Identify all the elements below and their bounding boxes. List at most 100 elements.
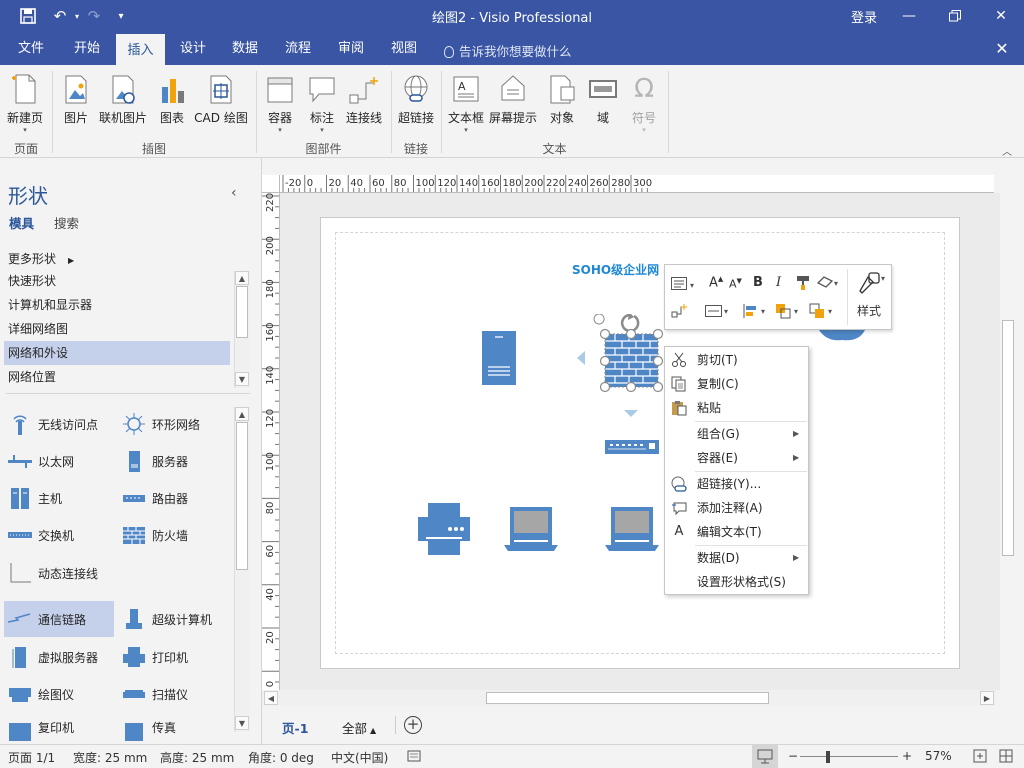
printer-shape[interactable] (418, 503, 470, 558)
masters-scrollbar[interactable]: ▲ ▼ (234, 407, 250, 732)
master-switch[interactable]: 交换机 (4, 517, 114, 553)
diagram-title[interactable]: SOHO级企业网 (572, 261, 659, 278)
scrollbar-thumb[interactable] (1002, 320, 1014, 556)
master-comm-link[interactable]: 通信链路 (4, 601, 114, 637)
menu-item-data[interactable]: 数据(D) ▶ (665, 546, 808, 570)
stencil-network-locations[interactable]: 网络位置 (8, 365, 234, 389)
stencil-computers-monitors[interactable]: 计算机和显示器 (8, 293, 234, 317)
scroll-left-icon[interactable]: ◀ (264, 691, 278, 705)
master-copier[interactable]: 复印机 (4, 713, 114, 741)
master-router[interactable]: 路由器 (118, 480, 228, 516)
text-block-icon[interactable]: ▾ (671, 277, 699, 295)
switch-shape[interactable] (605, 438, 659, 461)
tab-search[interactable]: 搜索 (54, 213, 79, 232)
textbox-button[interactable]: A 文本框 ▾ (446, 69, 486, 134)
chart-button[interactable]: 图表 (155, 69, 189, 126)
menu-item-edit-text[interactable]: A 编辑文本(T) (665, 520, 808, 544)
scroll-up-icon[interactable]: ▲ (235, 407, 249, 421)
drawing-canvas[interactable]: SOHO级企业网 (280, 193, 1000, 690)
connector-button[interactable]: 连接线 (344, 69, 384, 126)
menu-item-copy[interactable]: 复制(C) (665, 372, 808, 396)
stencil-detailed-network[interactable]: 详细网络图 (8, 317, 234, 341)
scrollbar-thumb[interactable] (236, 422, 248, 570)
picture-button[interactable]: 图片 (58, 69, 94, 126)
collapse-ribbon-icon[interactable]: ︿ (1002, 143, 1012, 158)
master-mainframe[interactable]: 主机 (4, 480, 114, 516)
zoom-level[interactable]: 57% (925, 749, 952, 763)
laptop-shape[interactable] (605, 507, 659, 554)
field-button[interactable]: 域 (586, 69, 620, 126)
connector-tool-icon[interactable] (671, 303, 689, 323)
collapse-shapes-icon[interactable]: ‹ (231, 185, 237, 201)
bold-button[interactable]: B (753, 275, 763, 290)
page-number-status[interactable]: 页面 1/1 (8, 749, 55, 766)
screentip-button[interactable]: 屏幕提示 (488, 69, 538, 126)
master-supercomputer[interactable]: 超级计算机 (118, 601, 228, 637)
minimize-icon[interactable]: — (886, 0, 932, 32)
master-scanner[interactable]: 扫描仪 (118, 676, 228, 712)
menu-item-group[interactable]: 组合(G) ▶ (665, 422, 808, 446)
restore-icon[interactable] (932, 0, 978, 32)
menu-item-container[interactable]: 容器(E) ▶ (665, 446, 808, 470)
server-shape[interactable] (482, 331, 516, 388)
menu-item-hyperlink[interactable]: 超链接(Y)... (665, 472, 808, 496)
scroll-down-icon[interactable]: ▼ (235, 372, 249, 386)
master-firewall[interactable]: 防火墙 (118, 517, 228, 553)
cad-drawing-button[interactable]: CAD 绘图 (192, 69, 250, 126)
stencil-list-scrollbar[interactable]: ▲ ▼ (234, 271, 250, 388)
connection-arrow-left[interactable] (575, 351, 585, 368)
new-page-button[interactable]: 新建页 ▾ (4, 69, 46, 134)
master-ring-network[interactable]: 环形网络 (118, 406, 228, 442)
zoom-slider-thumb[interactable] (826, 751, 830, 763)
online-picture-button[interactable]: 联机图片 (96, 69, 150, 126)
menu-item-paste[interactable]: 粘贴 (665, 396, 808, 420)
close-icon[interactable]: ✕ (978, 0, 1024, 32)
send-to-back-icon[interactable]: ▾ (809, 303, 837, 323)
master-fax[interactable]: 传真 (118, 713, 228, 741)
pointer-tool-icon[interactable]: ▾ (816, 275, 842, 295)
tab-home[interactable]: 开始 (62, 32, 112, 65)
close-document-icon[interactable]: ✕ (990, 32, 1014, 65)
macro-record-icon[interactable] (407, 749, 421, 766)
callout-button[interactable]: 标注 ▾ (304, 69, 340, 134)
format-painter-icon[interactable] (795, 275, 811, 295)
add-page-icon[interactable]: + (404, 716, 422, 734)
tab-view[interactable]: 视图 (381, 32, 427, 65)
switch-windows-icon[interactable] (999, 749, 1013, 766)
language-status[interactable]: 中文(中国) (331, 749, 388, 766)
master-ethernet[interactable]: 以太网 (4, 443, 114, 479)
stencil-network-peripherals[interactable]: 网络和外设 (4, 341, 230, 365)
horizontal-ruler[interactable]: -20 0 20 40 60 80 100 120 140 160 180 200 220 240 260 2… (280, 175, 994, 193)
page-tab-1[interactable]: 页-1 (282, 718, 308, 737)
master-wireless-access-point[interactable]: 无线访问点 (4, 406, 114, 442)
master-printer[interactable]: 打印机 (118, 639, 228, 675)
scrollbar-thumb[interactable] (236, 286, 248, 338)
tab-process[interactable]: 流程 (275, 32, 321, 65)
more-shapes-menu[interactable]: 更多形状 ▶ (8, 250, 74, 267)
position-icon[interactable]: ▾ (742, 303, 770, 323)
scroll-up-icon[interactable]: ▲ (235, 271, 249, 285)
vertical-ruler[interactable]: 220 200 180 160 140 120 100 80 60 40 20 0 (262, 193, 280, 690)
menu-item-format-shape[interactable]: 设置形状格式(S) (665, 570, 808, 594)
tab-review[interactable]: 审阅 (328, 32, 374, 65)
master-dynamic-connector[interactable]: 动态连接线 (4, 555, 144, 591)
presentation-mode-icon[interactable] (752, 745, 778, 768)
canvas-horizontal-scrollbar[interactable]: ◀ ▶ (262, 690, 996, 706)
scroll-down-icon[interactable]: ▼ (235, 716, 249, 730)
fit-page-icon[interactable] (973, 749, 987, 766)
style-icon[interactable]: ▾ (857, 271, 887, 299)
tab-design[interactable]: 设计 (170, 32, 216, 65)
italic-button[interactable]: I (776, 275, 781, 290)
bring-to-front-icon[interactable]: ▾ (775, 303, 803, 323)
menu-item-cut[interactable]: 剪切(T) (665, 348, 808, 372)
tab-stencils[interactable]: 模具 (9, 213, 34, 232)
login-link[interactable]: 登录 (851, 7, 877, 26)
scroll-right-icon[interactable]: ▶ (980, 691, 994, 705)
laptop-shape[interactable] (504, 507, 558, 554)
stencil-quick-shapes[interactable]: 快速形状 (8, 269, 234, 293)
tab-insert[interactable]: 插入 (116, 32, 165, 65)
object-button[interactable]: 对象 (544, 69, 580, 126)
master-plotter[interactable]: 绘图仪 (4, 676, 114, 712)
align-text-icon[interactable]: ▾ (705, 303, 733, 323)
decrease-font-icon[interactable]: A▼ (729, 277, 742, 291)
